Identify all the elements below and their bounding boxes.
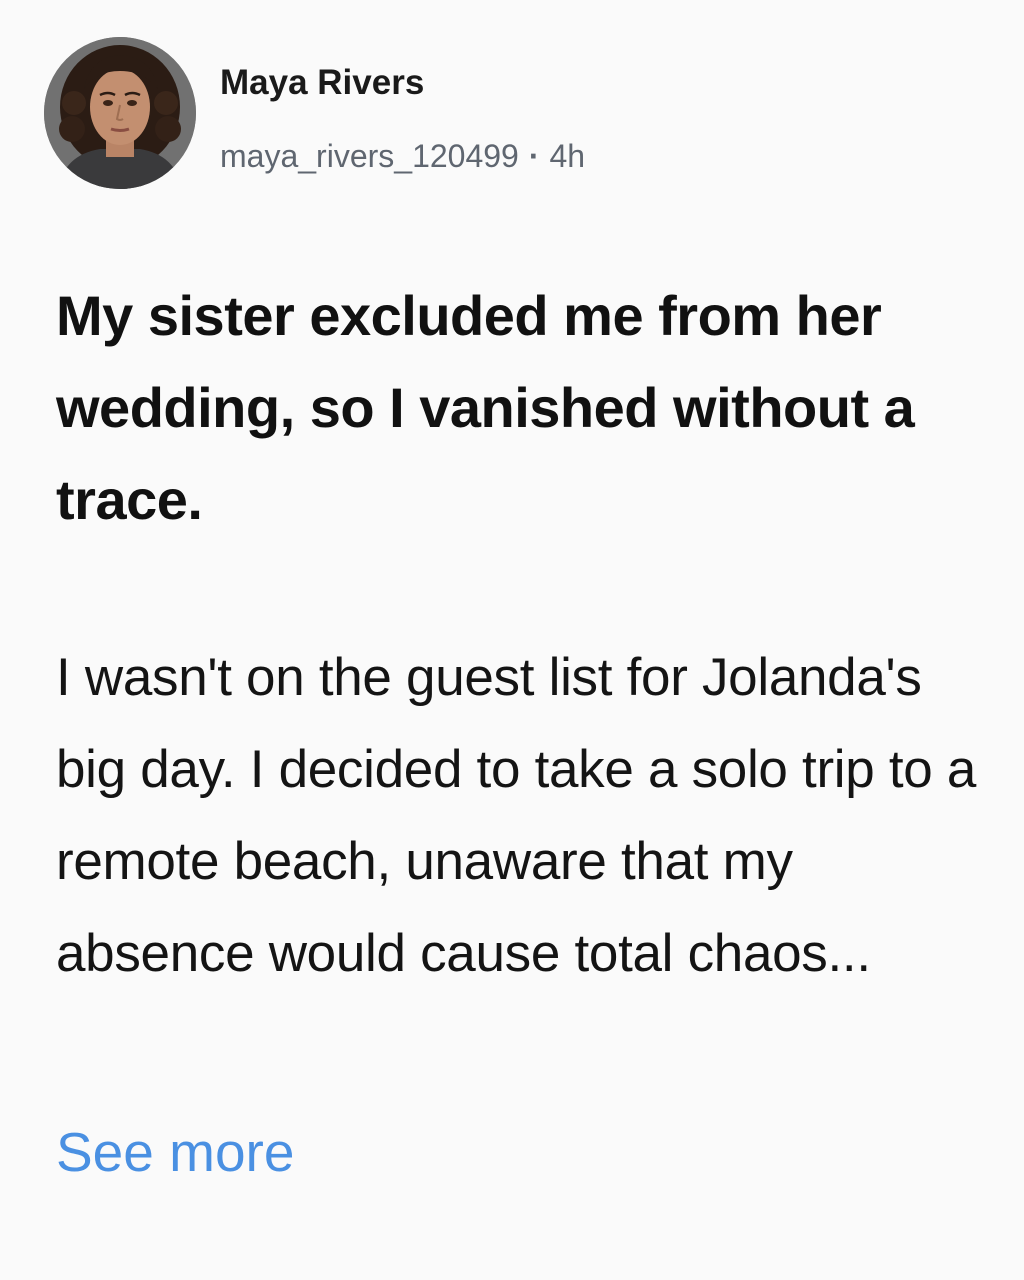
- byline: maya_rivers_120499 · 4h: [220, 137, 585, 175]
- post-card: Maya Rivers maya_rivers_120499 · 4h My s…: [0, 0, 1024, 1280]
- post-header: Maya Rivers maya_rivers_120499 · 4h: [44, 37, 585, 189]
- post-body: I wasn't on the guest list for Jolanda's…: [56, 648, 977, 983]
- see-more-link[interactable]: See more: [56, 1110, 294, 1194]
- post-headline: My sister excluded me from her wedding, …: [56, 284, 915, 531]
- byline-separator: ·: [528, 138, 540, 174]
- profile-photo-icon: [44, 37, 196, 189]
- author-name[interactable]: Maya Rivers: [220, 63, 585, 103]
- author-meta: Maya Rivers maya_rivers_120499 · 4h: [220, 37, 585, 175]
- post-timestamp: 4h: [549, 138, 586, 174]
- avatar[interactable]: [44, 37, 196, 189]
- author-handle[interactable]: maya_rivers_120499: [220, 137, 519, 175]
